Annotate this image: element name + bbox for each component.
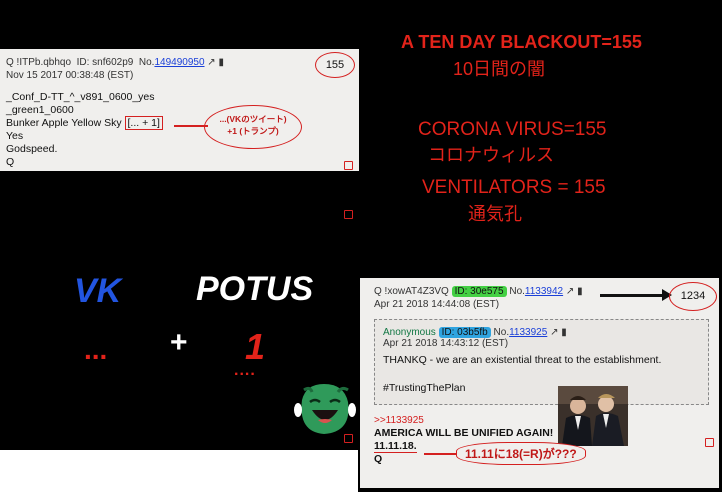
ellipsis-mark: ... <box>84 334 108 365</box>
hide-icon[interactable] <box>344 210 353 219</box>
post2-date: Apr 21 2018 14:44:08 (EST) <box>374 299 500 310</box>
post1-line: _Conf_D-TT_^_v891_0600_yes <box>6 91 155 103</box>
annotation-pointer <box>424 453 458 455</box>
post1-line: Godspeed. <box>6 143 58 155</box>
headline-blackout-jp: 10日間の闇 <box>453 59 546 79</box>
quote-no-label: No. <box>493 327 510 338</box>
post2-signature: Q <box>374 453 383 465</box>
potus-label: POTUS <box>196 270 314 308</box>
post1-id: ID: snf602p9 <box>76 57 134 68</box>
vk-annotation: ...(VKのツイート) +1 (トランプ) <box>204 105 302 149</box>
hide-icon[interactable] <box>344 434 353 443</box>
bottom-white-panel <box>0 450 358 492</box>
q-post-1: Q !ITPb.qbhqo ID: snf602p9 No.149490950 … <box>0 49 359 171</box>
vk-annotation-line1: ...(VKのツイート) <box>219 114 287 124</box>
post1-line-text: Bunker Apple Yellow Sky <box>6 117 122 129</box>
post1-line: Q <box>6 156 15 168</box>
quote-text-2: #TrustingThePlan <box>383 382 466 394</box>
post1-line: Bunker Apple Yellow Sky [... + 1] <box>6 116 163 130</box>
post1-line: Yes <box>6 130 24 142</box>
plus-mark: + <box>170 326 188 359</box>
folder-icon[interactable]: ▮ <box>577 286 583 297</box>
photo-two-men <box>558 386 628 446</box>
quote-date: Apr 21 2018 14:43:12 (EST) <box>383 338 509 349</box>
post2-header: Q !xowAT4Z3VQ ID: 30e575 No.1133942 ↗ ▮ <box>374 286 583 297</box>
post1-number-link[interactable]: 149490950 <box>154 57 204 68</box>
post1-author: Q !ITPb.qbhqo <box>6 57 72 68</box>
post2-no-label: No. <box>509 286 525 297</box>
one-dots-mark: .... <box>234 362 256 379</box>
date-annotation: 11.11に18(=R)が??? <box>456 442 586 465</box>
headline-corona: CORONA VIRUS=155 <box>418 119 607 140</box>
vk-label: VK <box>74 272 122 310</box>
post2-body-date: 11.11.18. <box>374 440 417 453</box>
external-link-icon[interactable]: ↗ <box>550 327 558 338</box>
q-post-2: Q !xowAT4Z3VQ ID: 30e575 No.1133942 ↗ ▮ … <box>360 278 719 488</box>
quote-author: Anonymous <box>383 327 436 338</box>
reply-link[interactable]: >>1133925 <box>374 415 424 426</box>
post2-author: Q !xowAT4Z3VQ <box>374 286 449 297</box>
headline-blackout: A TEN DAY BLACKOUT=155 <box>401 32 642 52</box>
headline-ventilators: VENTILATORS = 155 <box>422 177 606 198</box>
quote-header: Anonymous ID: 03b5fb No.1133925 ↗ ▮ Apr … <box>383 327 567 349</box>
quote-text-1: THANKQ - we are an existential threat to… <box>383 354 662 366</box>
vk-annotation-line2: +1 (トランプ) <box>227 126 279 136</box>
post1-date: Nov 15 2017 00:38:48 (EST) <box>6 70 134 81</box>
hide-icon[interactable] <box>344 161 353 170</box>
circled-number-155: 155 <box>315 52 355 78</box>
post1-body: _Conf_D-TT_^_v891_0600_yes _green1_0600 Bu… <box>6 91 163 169</box>
annotation-pointer <box>174 125 208 127</box>
boxed-annotation: [... + 1] <box>124 116 163 130</box>
arrow-shaft <box>600 294 666 297</box>
post1-header: Q !ITPb.qbhqo ID: snf602p9 No.149490950 … <box>6 57 224 68</box>
folder-icon[interactable]: ▮ <box>561 327 567 338</box>
circled-number-1234: 1234 <box>669 282 717 311</box>
laughing-face-icon <box>294 384 356 434</box>
post2-number-link[interactable]: 1133942 <box>525 286 563 297</box>
quote-id[interactable]: ID: 03b5fb <box>438 327 491 338</box>
headline-ventilators-jp: 通気孔 <box>468 204 522 224</box>
folder-icon[interactable]: ▮ <box>218 57 224 68</box>
post2-id[interactable]: ID: 30e575 <box>451 286 507 297</box>
external-link-icon[interactable]: ↗ <box>207 57 215 68</box>
post2-body-line: AMERICA WILL BE UNIFIED AGAIN! <box>374 427 554 439</box>
hide-icon[interactable] <box>705 438 714 447</box>
post1-no-label: No. <box>138 57 155 68</box>
quoted-post: Anonymous ID: 03b5fb No.1133925 ↗ ▮ Apr … <box>374 319 709 405</box>
quote-number-link[interactable]: 1133925 <box>509 327 547 338</box>
external-link-icon[interactable]: ↗ <box>566 286 574 297</box>
headline-corona-jp: コロナウィルス <box>428 145 554 165</box>
